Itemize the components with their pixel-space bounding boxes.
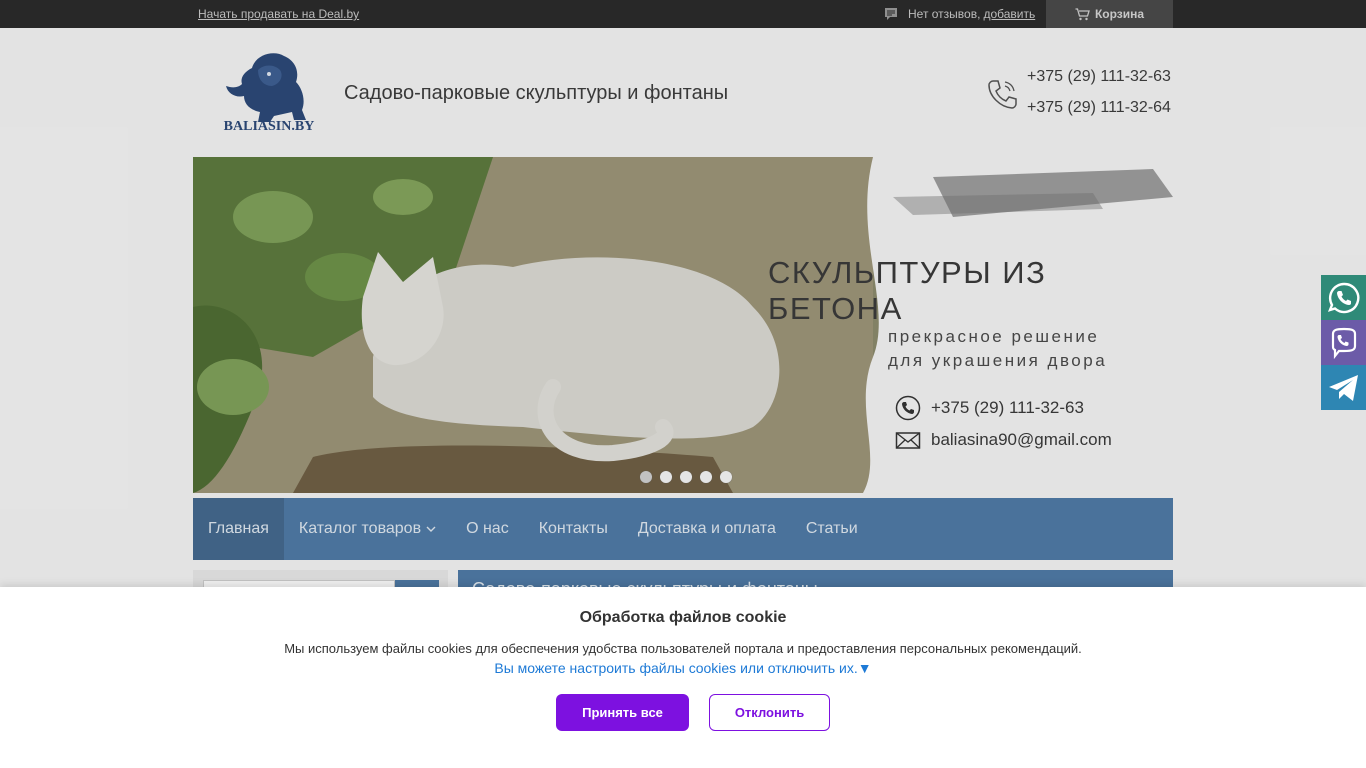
viber-icon [1331,327,1356,359]
viber-button[interactable] [1321,320,1366,365]
telegram-icon [1328,374,1358,401]
whatsapp-button[interactable] [1321,275,1366,320]
decline-button[interactable]: Отклонить [709,694,830,731]
cookie-consent-panel: Обработка файлов cookie Мы используем фа… [0,587,1366,768]
accept-all-button[interactable]: Принять все [556,694,689,731]
cookie-text: Мы используем файлы cookies для обеспече… [284,641,1082,656]
whatsapp-icon [1327,282,1359,313]
cookie-title: Обработка файлов cookie [579,609,787,626]
cookie-settings-link[interactable]: Вы можете настроить файлы cookies или от… [0,660,1366,676]
telegram-button[interactable] [1321,365,1366,410]
